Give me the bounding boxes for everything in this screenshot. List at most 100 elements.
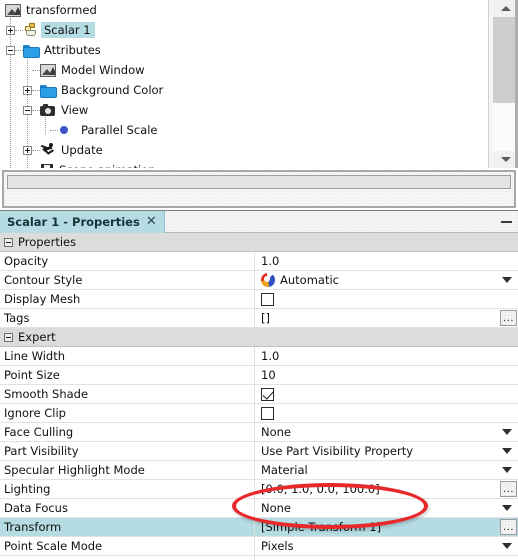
tree-vertical-scrollbar[interactable] [488,0,518,168]
property-value-opacity[interactable]: 1.0 [255,252,518,270]
tree-item-label: Scene animation [59,163,156,168]
table-row[interactable]: Point Size 10 [0,366,518,385]
ignore-clip-checkbox[interactable] [261,406,274,420]
filter-input[interactable] [7,175,511,189]
tree-item-model-window[interactable]: Model Window [0,60,488,80]
property-value-face-culling[interactable]: None [255,423,518,441]
property-value-ignore-clip[interactable] [255,404,518,422]
group-header-expert[interactable]: Expert [0,328,518,347]
expand-toggle-icon[interactable] [23,85,32,95]
expand-toggle-icon[interactable] [6,25,15,35]
value-text: 1.0 [261,254,280,268]
group-header-properties[interactable]: Properties [0,233,518,252]
application-window: transformed Scalar 1 Attributes Model Wi… [0,0,518,560]
chevron-down-icon[interactable] [502,543,512,549]
property-value-data-focus[interactable]: None [255,499,518,517]
property-value-smooth-shade[interactable] [255,385,518,403]
table-row[interactable]: Display Mesh [0,290,518,309]
chevron-down-icon[interactable] [502,505,512,511]
tree-item-label: Update [61,143,103,157]
value-text: [Simple Transform 1] [261,520,382,534]
close-icon[interactable]: ✕ [146,215,157,229]
properties-dock: Scalar 1 - Properties ✕ Properties Opaci… [0,210,518,560]
table-row[interactable]: Opacity 1.0 [0,252,518,271]
tree-connector [32,149,40,151]
table-row[interactable]: Face Culling None [0,423,518,442]
table-row[interactable]: Specular Highlight Mode Material [0,461,518,480]
tags-ellipsis-button[interactable]: ... [500,310,517,326]
chevron-down-icon[interactable] [502,448,512,454]
table-row[interactable]: Contour Style Automatic [0,271,518,290]
table-row[interactable]: Data Focus None [0,499,518,518]
folder-icon [40,84,57,98]
property-value-lighting[interactable]: [0.0, 1.0, 0.0, 100.0] ... [255,480,518,498]
property-value-line-width[interactable]: 1.0 [255,347,518,365]
tree-connector [15,29,23,31]
table-row-transform[interactable]: Transform [Simple Transform 1] ... [0,518,518,537]
table-row[interactable]: Line Width 1.0 [0,347,518,366]
minimize-icon [501,221,512,223]
table-row[interactable]: Ignore Clip [0,404,518,423]
property-name: Smooth Shade [0,385,255,403]
collapse-toggle-icon[interactable] [6,45,15,55]
table-row[interactable]: Lighting [0.0, 1.0, 0.0, 100.0] ... [0,480,518,499]
lighting-ellipsis-button[interactable]: ... [500,481,517,497]
tree-item-scalar-1[interactable]: Scalar 1 [0,20,488,40]
table-row[interactable]: Smooth Shade [0,385,518,404]
tree-item-scene-animation[interactable]: Scene animation [0,160,488,168]
tree-item-transformed[interactable]: transformed [0,0,488,20]
tree-item-background-color[interactable]: Background Color [0,80,488,100]
property-name: Line Width [0,347,255,365]
property-value-tags[interactable]: [] ... [255,309,518,327]
property-name: Display Mesh [0,290,255,308]
tree-item-update[interactable]: Update [0,140,488,160]
value-text: Use Part Visibility Property [261,444,414,458]
smooth-shade-checkbox[interactable] [261,387,274,401]
tree-connector [32,89,40,91]
tree-scroll-viewport[interactable]: transformed Scalar 1 Attributes Model Wi… [0,0,488,168]
value-text: Material [261,463,308,477]
value-text: Pixels [261,539,294,553]
minimize-button[interactable] [501,211,512,233]
collapse-toggle-icon[interactable] [4,237,13,247]
property-value-display-mesh[interactable] [255,290,518,308]
table-row[interactable]: Part Visibility Use Part Visibility Prop… [0,442,518,461]
collapse-toggle-icon[interactable] [23,105,32,115]
table-row[interactable]: Point Scale Mode Pixels [0,537,518,556]
property-name: Point Scale Mode [0,537,255,555]
tree-item-label: Scalar 1 [41,22,95,38]
tab-scalar-1-properties[interactable]: Scalar 1 - Properties ✕ [0,211,165,233]
property-value-specular-highlight-mode[interactable]: Material [255,461,518,479]
transform-ellipsis-button[interactable]: ... [500,519,517,535]
contour-style-icon [261,273,275,287]
chevron-down-icon[interactable] [502,467,512,473]
value-text: Automatic [280,273,339,287]
property-value-representation[interactable]: Latest Surface/Volume [255,556,518,560]
properties-table: Properties Opacity 1.0 Contour Style Aut… [0,233,518,560]
expand-toggle-icon[interactable] [23,145,32,155]
tree-item-attributes[interactable]: Attributes [0,40,488,60]
table-row[interactable]: Tags [] ... [0,309,518,328]
property-name: Part Visibility [0,442,255,460]
tree-connector [50,129,58,131]
table-row[interactable]: Representation Latest Surface/Volume [0,556,518,560]
display-mesh-checkbox[interactable] [261,292,274,306]
collapse-toggle-icon[interactable] [4,332,13,342]
tree-item-view[interactable]: View [0,100,488,120]
group-label: Properties [18,235,77,249]
property-name: Ignore Clip [0,404,255,422]
property-value-point-size[interactable]: 10 [255,366,518,384]
properties-titlebar: Scalar 1 - Properties ✕ [0,211,518,233]
property-value-transform[interactable]: [Simple Transform 1] ... [255,518,518,536]
property-name: Lighting [0,480,255,498]
chevron-down-icon[interactable] [502,429,512,435]
property-value-point-scale-mode[interactable]: Pixels [255,537,518,555]
property-name: Point Size [0,366,255,384]
tab-label: Scalar 1 - Properties [7,215,140,229]
tree-item-parallel-scale[interactable]: Parallel Scale [0,120,488,140]
property-value-part-visibility[interactable]: Use Part Visibility Property [255,442,518,460]
property-value-contour-style[interactable]: Automatic [255,271,518,289]
chevron-down-icon[interactable] [502,277,512,283]
tree-item-label: Model Window [61,63,145,77]
